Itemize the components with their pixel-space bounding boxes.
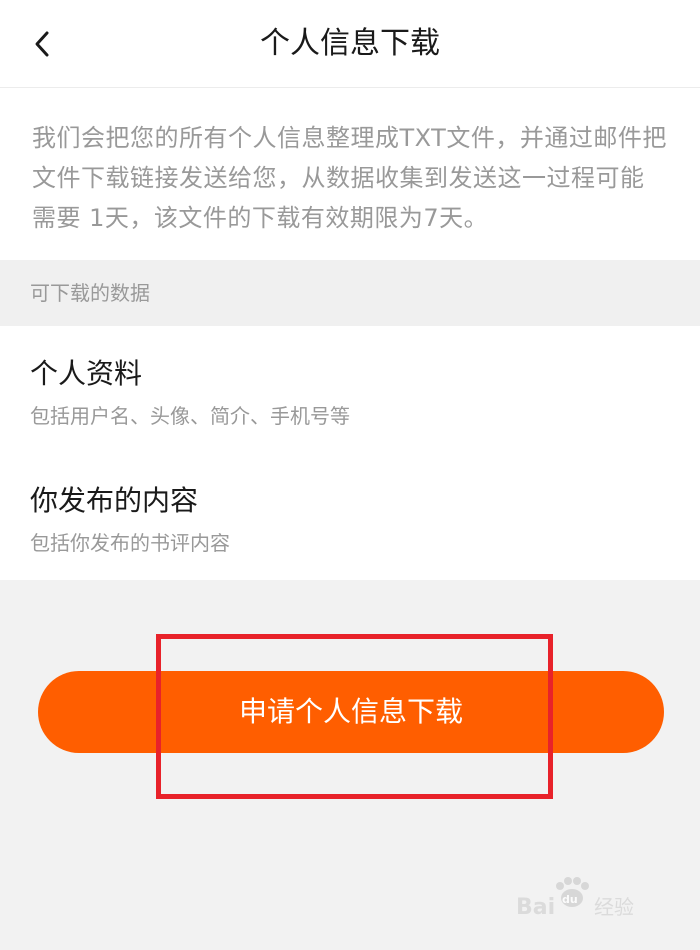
chevron-left-icon — [35, 31, 49, 57]
svg-text:du: du — [562, 893, 578, 906]
svg-text:经验: 经验 — [594, 895, 634, 919]
apply-download-button[interactable]: 申请个人信息下载 — [38, 671, 664, 753]
baidu-watermark: Bai du 经验 — [510, 876, 660, 924]
item-description: 包括你发布的书评内容 — [30, 531, 230, 555]
svg-text:Bai: Bai — [516, 895, 555, 920]
data-list: 个人资料 包括用户名、头像、简介、手机号等 你发布的内容 包括你发布的书评内容 — [0, 326, 700, 580]
baidu-jingyan-logo: Bai du 经验 — [516, 877, 634, 920]
intro-text: 我们会把您的所有个人信息整理成TXT文件，并通过邮件把文件下载链接发送给您，从数… — [32, 124, 667, 232]
item-description: 包括用户名、头像、简介、手机号等 — [30, 404, 350, 428]
back-button[interactable] — [22, 24, 62, 64]
item-title: 个人资料 — [30, 357, 143, 390]
nav-bar: 个人信息下载 — [0, 0, 700, 88]
intro-panel: 我们会把您的所有个人信息整理成TXT文件，并通过邮件把文件下载链接发送给您，从数… — [0, 88, 700, 260]
page-title: 个人信息下载 — [260, 26, 440, 61]
list-item-content: 你发布的内容 包括你发布的书评内容 — [0, 453, 700, 580]
list-item-profile: 个人资料 包括用户名、头像、简介、手机号等 — [0, 326, 700, 453]
item-title: 你发布的内容 — [30, 484, 199, 517]
section-header: 可下载的数据 — [0, 260, 700, 326]
